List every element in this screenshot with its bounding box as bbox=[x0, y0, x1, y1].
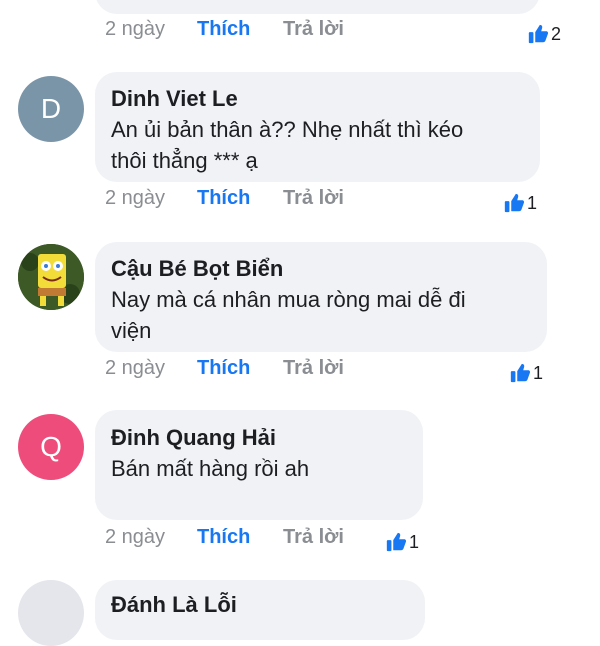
comment-time: 2 ngày bbox=[105, 187, 166, 209]
reply-button[interactable]: Trả lời bbox=[283, 526, 344, 549]
reaction-count-value: 1 bbox=[527, 192, 538, 213]
like-button[interactable]: Thích bbox=[197, 187, 250, 210]
reply-button[interactable]: Trả lời bbox=[283, 357, 344, 380]
like-button[interactable]: Thích bbox=[197, 357, 250, 380]
reaction-count[interactable]: 1 bbox=[385, 531, 419, 553]
reaction-count[interactable]: 2 bbox=[527, 23, 561, 45]
comment-time: 2 ngày bbox=[105, 357, 166, 379]
reaction-count[interactable]: 1 bbox=[503, 192, 537, 214]
thumbs-up-icon bbox=[504, 193, 525, 213]
comment-author[interactable]: Đánh Là Lỗi bbox=[111, 592, 237, 618]
comment-text-line: thôi thẳng *** ạ bbox=[111, 148, 258, 173]
like-button[interactable]: Thích bbox=[197, 526, 250, 549]
comment-author[interactable]: Cậu Bé Bọt Biển bbox=[111, 256, 283, 282]
avatar-letter: D bbox=[40, 93, 62, 124]
comment-text-line: Bán mất hàng rồi ah bbox=[111, 456, 310, 481]
avatar-letter: Q bbox=[40, 431, 62, 462]
thumbs-up-icon bbox=[386, 532, 407, 552]
reaction-count-value: 1 bbox=[409, 531, 420, 552]
reply-button[interactable]: Trả lời bbox=[283, 18, 344, 41]
spongebob-icon bbox=[18, 244, 84, 310]
reply-button[interactable]: Trả lời bbox=[283, 187, 344, 210]
comment-author[interactable]: Đinh Quang Hải bbox=[111, 425, 276, 451]
thumbs-up-icon bbox=[510, 363, 531, 383]
avatar[interactable]: Q bbox=[18, 414, 84, 480]
avatar[interactable]: D bbox=[18, 76, 84, 142]
comment-text-line: Nay mà cá nhân mua ròng mai dễ đi bbox=[111, 287, 466, 312]
spongebob-avatar[interactable] bbox=[18, 244, 84, 310]
reaction-count-value: 2 bbox=[551, 23, 562, 44]
thumbs-up-icon bbox=[528, 24, 549, 44]
comment-text-line: viện bbox=[111, 318, 152, 343]
comment-time: 2 ngày bbox=[105, 526, 166, 548]
comment-author[interactable]: Dinh Viet Le bbox=[111, 86, 238, 112]
comment-text-line: An ủi bản thân à?? Nhẹ nhất thì kéo bbox=[111, 117, 464, 142]
reaction-count[interactable]: 1 bbox=[509, 362, 543, 384]
comment-time: 2 ngày bbox=[105, 18, 166, 40]
reaction-count-value: 1 bbox=[533, 362, 544, 383]
avatar[interactable] bbox=[18, 580, 84, 646]
comment-bubble-top-partial bbox=[95, 0, 540, 14]
like-button[interactable]: Thích bbox=[197, 18, 250, 41]
